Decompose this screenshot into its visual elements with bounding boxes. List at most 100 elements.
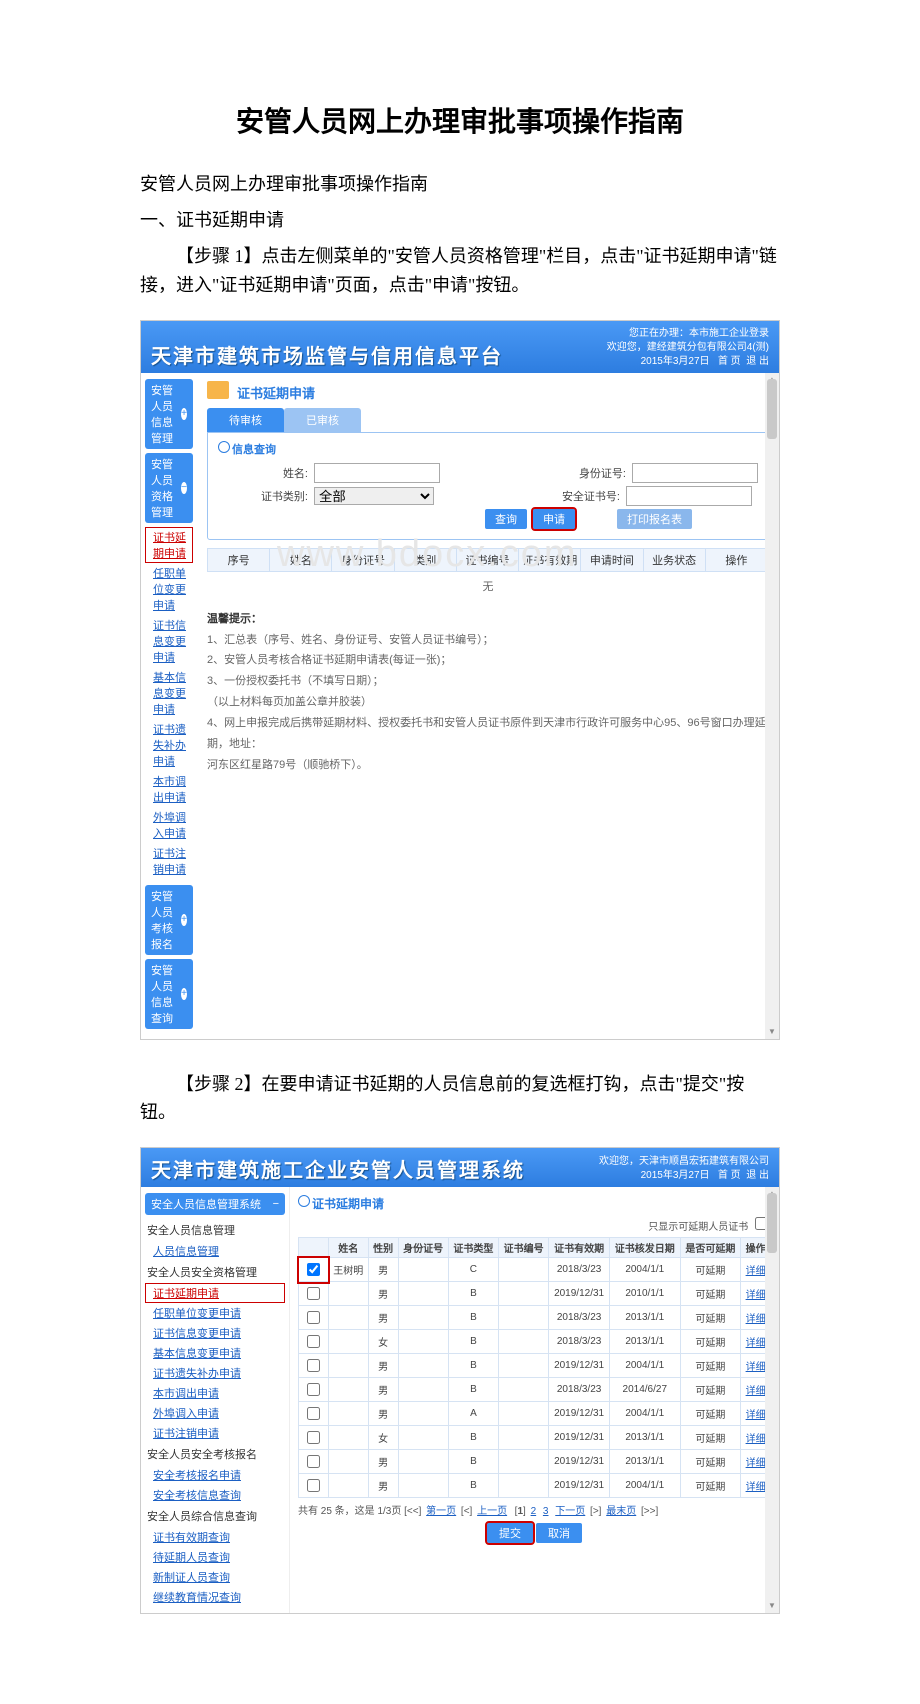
detail-link[interactable]: 详细: [746, 1362, 766, 1373]
table-cell: B: [448, 1378, 498, 1402]
tab-pending[interactable]: 待审核: [207, 408, 284, 432]
table-cell: 2018/3/23: [549, 1306, 610, 1330]
table-cell: 男: [368, 1282, 398, 1306]
row-checkbox[interactable]: [307, 1407, 320, 1420]
row-checkbox[interactable]: [307, 1287, 320, 1300]
cancel-button[interactable]: 取消: [536, 1523, 582, 1543]
submit-button[interactable]: 提交: [487, 1523, 533, 1543]
detail-link[interactable]: 详细: [746, 1434, 766, 1445]
sidebar-link-unit[interactable]: 任职单位变更申请: [145, 563, 193, 615]
tab-done[interactable]: 已审核: [284, 408, 361, 432]
link-in-2[interactable]: 外埠调入申请: [145, 1403, 285, 1423]
table-cell: 可延期: [680, 1330, 741, 1354]
scrollbar-2[interactable]: ▲ ▼: [765, 1187, 779, 1613]
table-cell: 2018/3/23: [549, 1330, 610, 1354]
input-certno[interactable]: [626, 486, 752, 506]
input-name[interactable]: [314, 463, 440, 483]
apply-button[interactable]: 申请: [533, 509, 575, 529]
table-cell: 2019/12/31: [549, 1426, 610, 1450]
sidebar-link-cancel[interactable]: 证书注销申请: [145, 843, 193, 879]
hint-3: 3、一份授权委托书（不填写日期）；: [207, 671, 769, 692]
table-cell: 男: [368, 1354, 398, 1378]
link-basechange-2[interactable]: 基本信息变更申请: [145, 1343, 285, 1363]
table-cell: [328, 1474, 368, 1498]
link-q3[interactable]: 新制证人员查询: [145, 1567, 285, 1587]
scroll-thumb[interactable]: [767, 379, 777, 439]
sidebar-link-in[interactable]: 外埠调入申请: [145, 807, 193, 843]
filter-note: 只显示可延期人员证书: [648, 1222, 748, 1233]
input-id[interactable]: [632, 463, 758, 483]
select-certtype[interactable]: 全部: [314, 487, 434, 505]
link-cancel-2[interactable]: 证书注销申请: [145, 1423, 285, 1443]
link-certchange-2[interactable]: 证书信息变更申请: [145, 1323, 285, 1343]
scroll-down-icon[interactable]: ▼: [765, 1025, 779, 1039]
nav-head-query[interactable]: 安管人员信息查询+: [145, 959, 193, 1029]
nav-head-info[interactable]: 安管人员信息管理+: [145, 379, 193, 449]
row-checkbox[interactable]: [307, 1335, 320, 1348]
table-cell: B: [448, 1306, 498, 1330]
print-button[interactable]: 打印报名表: [617, 509, 692, 529]
table-header-cell: 证书有效期: [549, 1238, 610, 1258]
table-header-cell: 性别: [368, 1238, 398, 1258]
link-person-info[interactable]: 人员信息管理: [145, 1241, 285, 1261]
row-checkbox[interactable]: [307, 1359, 320, 1372]
hint-block: 温馨提示： 1、汇总表（序号、姓名、身份证号、安管人员证书编号）； 2、安管人员…: [207, 610, 769, 776]
detail-link[interactable]: 详细: [746, 1314, 766, 1325]
row-checkbox[interactable]: [307, 1455, 320, 1468]
table-cell: 可延期: [680, 1426, 741, 1450]
nav-head-qual[interactable]: 安管人员资格管理−: [145, 453, 193, 523]
row-checkbox[interactable]: [307, 1311, 320, 1324]
nav-head-exam[interactable]: 安管人员考核报名+: [145, 885, 193, 955]
link-reissue-2[interactable]: 证书遗失补办申请: [145, 1363, 285, 1383]
detail-link[interactable]: 详细: [746, 1290, 766, 1301]
pager-next[interactable]: 下一页: [555, 1506, 585, 1517]
detail-link[interactable]: 详细: [746, 1386, 766, 1397]
nav-head-sys[interactable]: 安全人员信息管理系统−: [145, 1193, 285, 1215]
sidebar-link-reissue[interactable]: 证书遗失补办申请: [145, 719, 193, 771]
pager-prev[interactable]: 上一页: [477, 1506, 507, 1517]
label-certtype: 证书类别:: [248, 488, 308, 504]
scrollbar[interactable]: ▲ ▼: [765, 373, 779, 1039]
detail-link[interactable]: 详细: [746, 1482, 766, 1493]
link-exam-apply[interactable]: 安全考核报名申请: [145, 1465, 285, 1485]
link-q1[interactable]: 证书有效期查询: [145, 1527, 285, 1547]
table-cell: [328, 1306, 368, 1330]
home-link-2[interactable]: 首 页: [718, 1170, 741, 1181]
row-checkbox[interactable]: [307, 1431, 320, 1444]
link-out-2[interactable]: 本市调出申请: [145, 1383, 285, 1403]
pager-first[interactable]: 第一页: [426, 1506, 456, 1517]
table-cell: 2019/12/31: [549, 1474, 610, 1498]
row-checkbox[interactable]: [307, 1479, 320, 1492]
scroll-down-icon[interactable]: ▼: [765, 1599, 779, 1613]
scroll-thumb[interactable]: [767, 1193, 777, 1253]
detail-link[interactable]: 详细: [746, 1458, 766, 1469]
sidebar-link-out[interactable]: 本市调出申请: [145, 771, 193, 807]
link-unit-2[interactable]: 任职单位变更申请: [145, 1303, 285, 1323]
ss2-topbar: 天津市建筑施工企业安管人员管理系统 欢迎您，天津市顺昌宏拓建筑有限公司 2015…: [141, 1148, 779, 1187]
home-link[interactable]: 首 页: [718, 356, 741, 367]
detail-link[interactable]: 详细: [746, 1266, 766, 1277]
expand-icon: +: [181, 408, 187, 420]
query-button[interactable]: 查询: [485, 509, 527, 529]
sidebar-link-certchange[interactable]: 证书信息变更申请: [145, 615, 193, 667]
detail-link[interactable]: 详细: [746, 1338, 766, 1349]
exit-link-2[interactable]: 退 出: [746, 1170, 769, 1181]
link-q4[interactable]: 继续教育情况查询: [145, 1587, 285, 1607]
table-header-cell: [299, 1238, 329, 1258]
row-checkbox[interactable]: [307, 1263, 320, 1276]
row-checkbox[interactable]: [307, 1383, 320, 1396]
pager-1[interactable]: 1: [517, 1506, 523, 1517]
filter-title: 信息查询: [218, 441, 758, 457]
pager-3[interactable]: 3: [543, 1506, 549, 1517]
sidebar-link-basechange[interactable]: 基本信息变更申请: [145, 667, 193, 719]
link-extend-2[interactable]: 证书延期申请: [145, 1283, 285, 1303]
exit-link[interactable]: 退 出: [746, 356, 769, 367]
pager-last[interactable]: 最末页: [606, 1506, 636, 1517]
table-cell: 2004/1/1: [609, 1258, 680, 1282]
link-q2[interactable]: 待延期人员查询: [145, 1547, 285, 1567]
pager-2[interactable]: 2: [531, 1506, 537, 1517]
detail-link[interactable]: 详细: [746, 1410, 766, 1421]
sidebar-link-extend[interactable]: 证书延期申请: [145, 527, 193, 563]
table-cell: [328, 1402, 368, 1426]
link-exam-query[interactable]: 安全考核信息查询: [145, 1485, 285, 1505]
